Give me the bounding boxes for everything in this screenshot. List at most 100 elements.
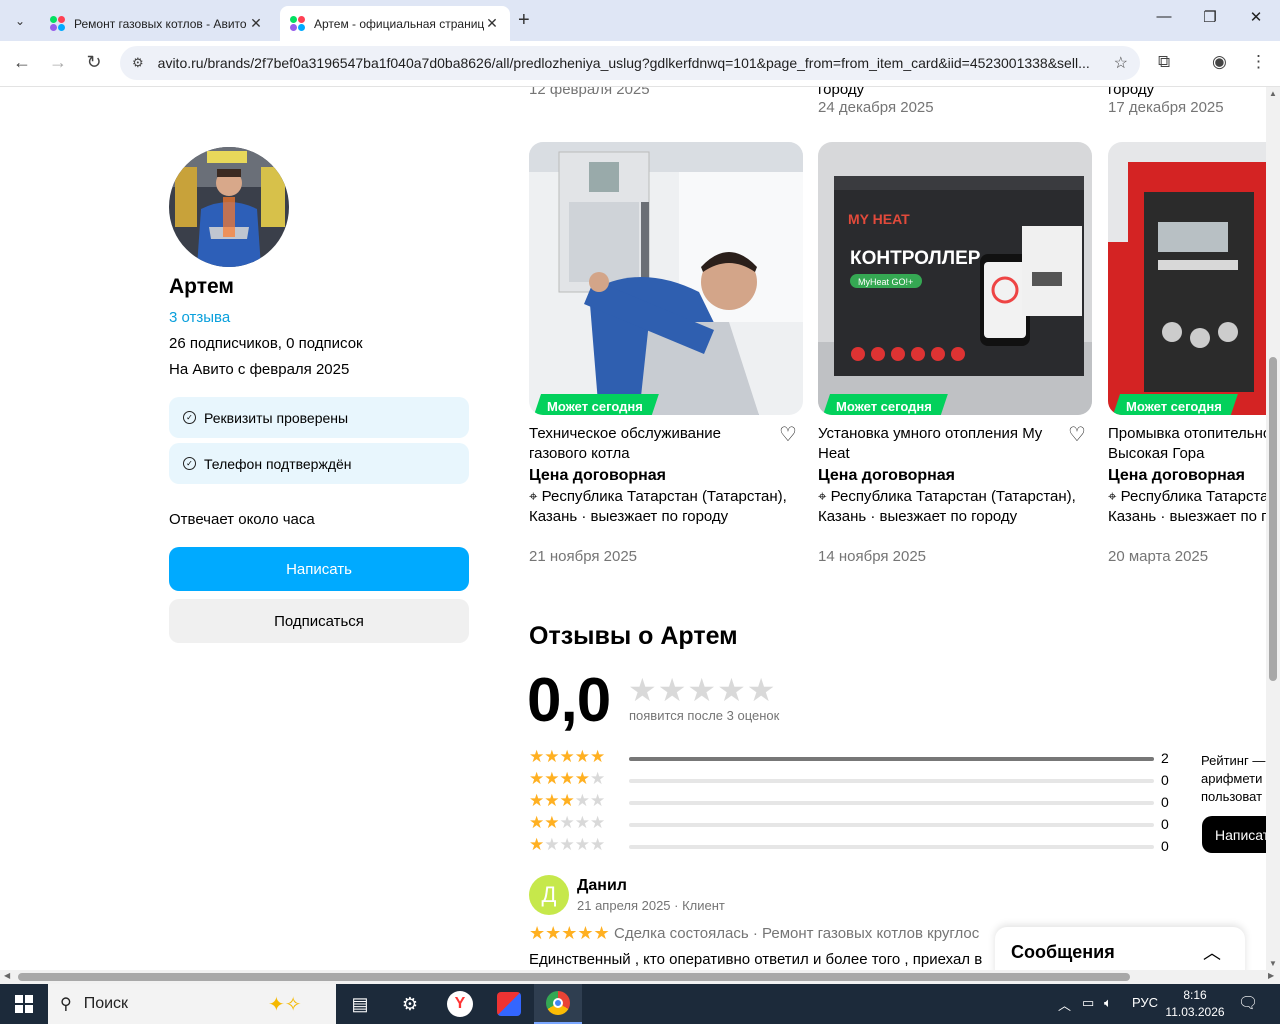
back-icon[interactable]: ← (10, 52, 34, 73)
minimize-button[interactable]: — (1141, 8, 1187, 25)
close-icon[interactable]: ✕ (248, 15, 264, 32)
bookmark-star-icon[interactable]: ☆ (1114, 53, 1128, 73)
language-indicator[interactable]: РУС (1132, 995, 1158, 1010)
rating-value: 0,0 (527, 666, 611, 735)
rating-bar-fill (629, 757, 1154, 761)
tab-label: Ремонт газовых котлов - Авито (74, 16, 247, 31)
followers-text[interactable]: 26 подписчиков, 0 подписок (169, 335, 363, 352)
location-pin-icon: ⌖ (529, 488, 538, 505)
tab-artem[interactable]: Артем - официальная страница ✕ (280, 6, 510, 41)
notifications-icon[interactable]: 🗨︎ (1238, 993, 1258, 1013)
availability-pill: Может сегодня (822, 394, 948, 415)
address-bar[interactable]: ⚙ avito.ru/brands/2f7bef0a3196547ba1f040… (120, 46, 1140, 80)
check-circle-icon: ✓ (183, 457, 196, 470)
url-text[interactable]: avito.ru/brands/2f7bef0a3196547ba1f040a7… (158, 55, 1098, 71)
listing-image[interactable]: Может сегодня (529, 142, 803, 415)
close-icon[interactable]: ✕ (484, 15, 500, 32)
location-pin-icon: ⌖ (818, 488, 827, 505)
clock-time: 8:16 (1183, 988, 1207, 1002)
listing-title[interactable]: Техническое обслуживание газового котла (529, 424, 769, 464)
rating-bar (629, 801, 1154, 805)
favorite-heart-icon[interactable]: ♡ (779, 422, 797, 447)
listing-image[interactable]: Может сегодня (1108, 142, 1266, 415)
task-view-icon[interactable]: ▤ (336, 984, 384, 1024)
write-button[interactable]: Написать (169, 547, 469, 591)
menu-dots-icon[interactable]: ⋮ (1250, 52, 1267, 72)
review-deal[interactable]: Сделка состоялась · Ремонт газовых котло… (614, 925, 979, 942)
settings-gear-icon[interactable]: ⚙ (386, 984, 434, 1024)
chevron-up-icon[interactable]: ︿ (1203, 939, 1221, 965)
listing-card[interactable]: Может сегодня Промывка отопительной сист… (1108, 142, 1266, 565)
forward-icon[interactable]: → (46, 52, 70, 73)
review-text: Единственный , кто оперативно ответил и … (529, 951, 983, 968)
availability-pill: Может сегодня (533, 394, 659, 415)
listing-location: ⌖ Республика Татарстан (Татарстан), Каза… (818, 487, 1092, 527)
chevron-down-icon: ⌄ (14, 14, 26, 28)
rating-row-3: ★★★★★ 0 (529, 791, 1179, 812)
rating-row-1: ★★★★★ 0 (529, 835, 1179, 856)
subscribe-button[interactable]: Подписаться (169, 599, 469, 643)
network-icon[interactable]: ▭ (1082, 995, 1094, 1011)
rating-note: появится после 3 оценок (629, 708, 780, 723)
location-text: Республика Татарстан (Татарстан), Казань… (1108, 488, 1266, 525)
rating-info-text: Рейтинг — (1201, 753, 1266, 768)
restore-button[interactable]: ❐ (1187, 8, 1233, 26)
search-placeholder: Поиск (83, 995, 129, 1012)
reviews-link[interactable]: 3 отзыва (169, 309, 230, 326)
rating-info-text: арифмети (1201, 771, 1263, 786)
tray-chevron-icon[interactable]: ︿ (1058, 995, 1071, 1014)
listing-card[interactable]: Может сегодня Техническое обслуживание г… (529, 142, 803, 565)
vertical-scrollbar[interactable]: ▲ ▼ (1266, 87, 1280, 970)
scroll-down-icon[interactable]: ▼ (1269, 959, 1277, 968)
reviewer-avatar: Д (529, 875, 569, 915)
tab-search-button[interactable]: ⌄ (6, 7, 34, 35)
profile-icon[interactable]: ◉ (1212, 52, 1227, 72)
prev-card-text: городу (818, 87, 865, 98)
horizontal-scrollbar[interactable]: ◀ ▶ (0, 970, 1280, 984)
scrollbar-thumb[interactable] (1269, 357, 1277, 681)
windows-taskbar: ⚲ Поиск ✦✧ ▤ ⚙ Y ︿ ▭ 🔈︎ РУС 8:16 11.03.2… (0, 984, 1280, 1024)
favorite-heart-icon[interactable]: ♡ (1068, 422, 1086, 447)
chrome-icon[interactable] (534, 984, 582, 1024)
seller-avatar[interactable] (169, 147, 289, 267)
row-stars-icon: ★★★★★ (529, 813, 606, 832)
listing-title[interactable]: Промывка отопительной системы Высокая Го… (1108, 424, 1266, 464)
rating-count: 0 (1161, 838, 1169, 854)
app-grid-icon[interactable] (485, 984, 533, 1024)
rating-count: 0 (1161, 772, 1169, 788)
prev-card-date: 17 декабря 2025 (1108, 99, 1224, 116)
write-review-button[interactable]: Написат (1202, 816, 1266, 853)
rating-bar (629, 757, 1154, 761)
yandex-browser-icon[interactable]: Y (436, 984, 484, 1024)
row-stars-icon: ★★★★★ (529, 791, 606, 810)
scroll-right-icon[interactable]: ▶ (1268, 971, 1274, 980)
listing-title[interactable]: Установка умного отопления My Heat (818, 424, 1058, 464)
listing-image[interactable]: MY HEAT КОНТРОЛЛЕР MyHeat GO!+ Может сег… (818, 142, 1092, 415)
clock[interactable]: 8:16 11.03.2026 (1162, 987, 1228, 1021)
location-text: Республика Татарстан (Татарстан), Казань… (818, 488, 1076, 525)
rating-count: 0 (1161, 816, 1169, 832)
scrollbar-thumb[interactable] (18, 973, 1130, 981)
volume-icon[interactable]: 🔈︎ (1104, 995, 1112, 1011)
rating-row-2: ★★★★★ 0 (529, 813, 1179, 834)
close-window-button[interactable]: ✕ (1233, 8, 1279, 26)
avito-favicon-icon (50, 15, 66, 32)
rating-info-text: пользоват (1201, 789, 1263, 804)
messages-panel[interactable]: Сообщения ︿ (995, 927, 1245, 970)
myheat-brand-text: MY HEAT (848, 211, 910, 227)
start-button[interactable] (0, 984, 48, 1024)
listing-location: ⌖ Республика Татарстан (Татарстан), Каза… (529, 487, 803, 527)
listing-card[interactable]: MY HEAT КОНТРОЛЛЕР MyHeat GO!+ Может сег… (818, 142, 1092, 565)
taskbar-search[interactable]: ⚲ Поиск ✦✧ (48, 984, 336, 1024)
new-tab-button[interactable]: + (518, 9, 530, 32)
reload-icon[interactable]: ↻ (82, 52, 106, 73)
scroll-left-icon[interactable]: ◀ (4, 971, 10, 980)
avito-favicon-icon (290, 15, 306, 32)
scroll-up-icon[interactable]: ▲ (1269, 89, 1277, 98)
site-info-icon[interactable]: ⚙ (132, 55, 144, 71)
tab-repair[interactable]: Ремонт газовых котлов - Авито ✕ (40, 6, 274, 41)
extensions-icon[interactable]: ⧉ (1158, 52, 1170, 72)
reviewer-name: Данил (577, 877, 627, 894)
row-stars-icon: ★★★★★ (529, 769, 606, 788)
listing-price: Цена договорная (818, 467, 956, 484)
